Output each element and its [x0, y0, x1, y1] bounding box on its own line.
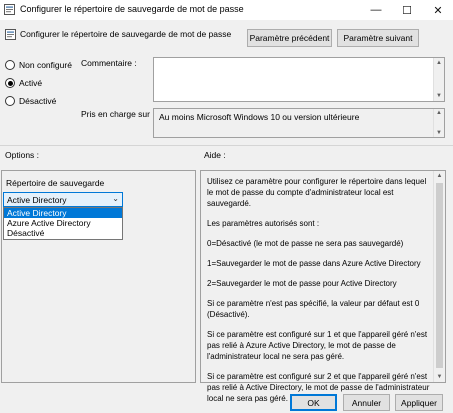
supported-on-value: Au moins Microsoft Windows 10 ou version… — [159, 112, 360, 122]
dropdown-list: Active Directory Azure Active Directory … — [3, 207, 123, 240]
supported-on-label: Pris en charge sur : — [81, 109, 155, 119]
comment-label: Commentaire : — [81, 58, 137, 68]
radio-circle — [5, 96, 15, 106]
backup-directory-label: Répertoire de sauvegarde — [6, 178, 105, 188]
policy-settings-icon — [4, 4, 15, 15]
help-paragraph: Si ce paramètre n'est pas spécifié, la v… — [207, 299, 420, 319]
help-paragraph: 0=Désactivé (le mot de passe ne sera pas… — [207, 239, 404, 248]
help-pane: Utilisez ce paramètre pour configurer le… — [200, 170, 446, 403]
setting-name: Configurer le répertoire de sauvegarde d… — [20, 29, 232, 39]
radio-circle — [5, 78, 15, 88]
next-setting-button[interactable]: Paramètre suivant — [337, 29, 419, 47]
setting-icon — [5, 29, 16, 40]
scroll-up-icon[interactable]: ▲ — [434, 173, 445, 179]
options-heading: Options : — [5, 150, 40, 160]
scroll-up-icon[interactable]: ▲ — [434, 60, 444, 66]
radio-label: Activé — [19, 78, 43, 88]
maximize-button[interactable]: ☐ — [392, 0, 422, 20]
chevron-down-icon: ⌄ — [112, 194, 119, 203]
scroll-down-icon[interactable]: ▼ — [434, 374, 445, 380]
radio-selected-dot — [7, 80, 13, 86]
section-divider — [0, 145, 453, 146]
options-pane: Répertoire de sauvegarde Active Director… — [1, 170, 196, 383]
scroll-down-icon[interactable]: ▼ — [434, 130, 444, 136]
maximize-icon: ☐ — [402, 4, 412, 17]
radio-disabled[interactable]: Désactivé — [5, 96, 56, 106]
scroll-up-icon[interactable]: ▲ — [434, 110, 444, 116]
previous-setting-button[interactable]: Paramètre précédent — [247, 29, 332, 47]
dropdown-option[interactable]: Azure Active Directory — [4, 218, 122, 228]
comment-scrollbar[interactable]: ▲ ▼ — [433, 58, 444, 101]
help-heading: Aide : — [204, 150, 226, 160]
radio-enabled[interactable]: Activé — [5, 78, 42, 88]
comment-textarea[interactable]: ▲ ▼ — [153, 57, 445, 102]
apply-button[interactable]: Appliquer — [395, 394, 443, 411]
cancel-button[interactable]: Annuler — [343, 394, 390, 411]
dropdown-option[interactable]: Active Directory — [4, 208, 122, 218]
dropdown-value: Active Directory — [7, 195, 67, 205]
close-button[interactable]: ✕ — [423, 0, 453, 20]
help-scrollbar[interactable]: ▲ ▼ — [433, 171, 445, 382]
minimize-icon: — — [370, 4, 382, 16]
window-title: Configurer le répertoire de sauvegarde d… — [20, 4, 244, 14]
dropdown-option[interactable]: Désactivé — [4, 228, 122, 238]
help-paragraph: Si ce paramètre est configuré sur 1 et q… — [207, 330, 428, 361]
ok-button[interactable]: OK — [290, 394, 337, 411]
backup-directory-dropdown[interactable]: Active Directory ⌄ — [3, 192, 123, 207]
supported-on-box: Au moins Microsoft Windows 10 ou version… — [153, 108, 445, 138]
title-bar: Configurer le répertoire de sauvegarde d… — [0, 0, 453, 20]
help-paragraph: Les paramètres autorisés sont : — [207, 219, 320, 228]
supported-scrollbar[interactable]: ▲ ▼ — [433, 109, 444, 137]
radio-circle — [5, 60, 15, 70]
radio-label: Désactivé — [19, 96, 57, 106]
help-paragraph: 1=Sauvegarder le mot de passe dans Azure… — [207, 259, 421, 268]
minimize-button[interactable]: — — [361, 0, 391, 20]
radio-label: Non configuré — [19, 60, 72, 70]
scroll-down-icon[interactable]: ▼ — [434, 93, 444, 99]
help-paragraph: 2=Sauvegarder le mot de passe pour Activ… — [207, 279, 397, 288]
radio-not-configured[interactable]: Non configuré — [5, 60, 72, 70]
help-paragraph: Utilisez ce paramètre pour configurer le… — [207, 177, 427, 208]
close-icon: ✕ — [433, 4, 443, 17]
help-text: Utilisez ce paramètre pour configurer le… — [207, 176, 433, 413]
scroll-thumb[interactable] — [436, 183, 443, 368]
